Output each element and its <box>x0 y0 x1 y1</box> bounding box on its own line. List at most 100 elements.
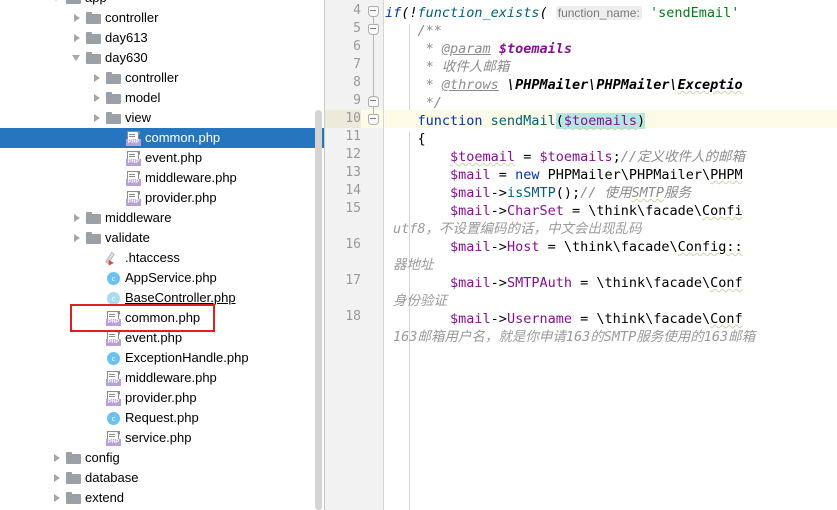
line-number: 10 <box>345 111 361 126</box>
tree-item-event-php[interactable]: PHP event.php <box>0 148 324 168</box>
line-number: 13 <box>345 165 361 180</box>
folder-icon <box>106 91 121 105</box>
no-arrow-spacer <box>112 193 123 204</box>
tree-item-label: common.php <box>125 310 201 325</box>
folder-icon <box>66 0 81 5</box>
line-number: 18 <box>345 309 361 324</box>
tree-item-label: view <box>125 110 152 125</box>
code-folding-strip[interactable] <box>361 0 384 510</box>
tree-item-service-php[interactable]: PHP service.php <box>0 428 324 448</box>
htaccess-icon <box>105 251 121 267</box>
code-line-7[interactable]: * 收件人邮箱 <box>385 58 510 76</box>
php-class-icon: c <box>106 271 121 286</box>
chevron-right-icon[interactable] <box>72 213 83 224</box>
code-line-18[interactable]: $mail->Username = \think\facade\Conf <box>385 310 743 328</box>
wrapped-comment-line: utf8，不设置编码的话，中文会出现乱码 <box>393 221 642 237</box>
wrapped-comment-line: 器地址 <box>393 257 434 273</box>
tree-item-provider-php[interactable]: PHP provider.php <box>0 388 324 408</box>
editor-gutter[interactable]: 4 5 6 7 8 9 10 11 12 13 14 15 16 17 18 <box>325 0 361 510</box>
tree-item-appservice-php[interactable]: c AppService.php <box>0 268 324 288</box>
folder-icon <box>86 51 101 65</box>
tree-item-label: common.php <box>145 130 221 145</box>
tree-item-label: event.php <box>125 330 183 345</box>
tree-item-day613[interactable]: day613 <box>0 28 324 48</box>
tree-item-validate[interactable]: validate <box>0 228 324 248</box>
chevron-right-icon[interactable] <box>72 33 83 44</box>
tree-vertical-scrollbar[interactable] <box>315 110 322 510</box>
fold-toggle-icon[interactable] <box>368 24 379 35</box>
project-tree-panel[interactable]: app controller day613 day630 controller model… <box>0 0 324 510</box>
fold-toggle-icon[interactable] <box>368 114 379 125</box>
line-number: 12 <box>345 147 361 162</box>
code-line-17[interactable]: $mail->SMTPAuth = \think\facade\Conf <box>385 274 743 292</box>
no-arrow-spacer <box>112 173 123 184</box>
chevron-right-icon[interactable] <box>92 73 103 84</box>
code-line-4[interactable]: if(!function_exists( function_name: 'sen… <box>385 4 739 22</box>
chevron-right-icon[interactable] <box>72 233 83 244</box>
tree-item-common-php[interactable]: PHP common.php <box>0 128 324 148</box>
code-line-6[interactable]: * @param $toemails <box>385 40 572 58</box>
tree-item-model[interactable]: model <box>0 88 324 108</box>
tree-item-request-php[interactable]: c Request.php <box>0 408 324 428</box>
tree-item-middleware-php[interactable]: PHP middleware.php <box>0 368 324 388</box>
tree-item-label: config <box>85 450 120 465</box>
chevron-right-icon[interactable] <box>52 493 63 504</box>
no-arrow-spacer <box>92 373 103 384</box>
php-file-icon: PHP <box>106 390 121 406</box>
php-class-icon: c <box>106 291 121 306</box>
tree-item-middleware-php[interactable]: PHP middleware.php <box>0 168 324 188</box>
fold-toggle-icon[interactable] <box>368 6 379 17</box>
chevron-down-icon[interactable] <box>52 0 63 4</box>
folder-icon <box>66 491 81 505</box>
tree-item-database[interactable]: database <box>0 468 324 488</box>
code-line-10[interactable]: function sendMail($toemails) <box>385 112 646 130</box>
chevron-right-icon[interactable] <box>52 473 63 484</box>
tree-item-app[interactable]: app <box>0 0 324 8</box>
code-line-15[interactable]: $mail->CharSet = \think\facade\Confi <box>385 202 743 220</box>
php-file-icon: PHP <box>126 150 141 166</box>
tree-item-controller[interactable]: controller <box>0 68 324 88</box>
chevron-right-icon[interactable] <box>72 13 83 24</box>
code-line-14[interactable]: $mail->isSMTP();// 使用SMTP服务 <box>385 184 691 202</box>
code-line-9[interactable]: */ <box>385 94 442 112</box>
code-line-13[interactable]: $mail = new PHPMailer\PHPMailer\PHPM <box>385 166 743 184</box>
tree-item--htaccess[interactable]: .htaccess <box>0 248 324 268</box>
code-line-16[interactable]: $mail->Host = \think\facade\Config:: <box>385 238 743 256</box>
tree-item-basecontroller-php[interactable]: c BaseController.php <box>0 288 324 308</box>
tree-item-view[interactable]: view <box>0 108 324 128</box>
code-line-5[interactable]: /** <box>385 22 442 40</box>
php-file-icon: PHP <box>106 430 121 446</box>
tree-item-middleware[interactable]: middleware <box>0 208 324 228</box>
folder-icon <box>86 211 101 225</box>
php-file-icon: PHP <box>126 130 141 146</box>
tree-item-day630[interactable]: day630 <box>0 48 324 68</box>
line-number: 14 <box>345 183 361 198</box>
folder-icon <box>66 451 81 465</box>
tree-item-label: AppService.php <box>125 270 217 285</box>
line-number: 17 <box>345 273 361 288</box>
code-line-8[interactable]: * @throws \PHPMailer\PHPMailer\Exceptio <box>385 76 743 94</box>
folder-icon <box>106 71 121 85</box>
tree-item-label: .htaccess <box>125 250 180 265</box>
code-text-area[interactable]: if(!function_exists( function_name: 'sen… <box>385 0 837 510</box>
chevron-down-icon[interactable] <box>72 53 83 64</box>
code-line-12[interactable]: $toemail = $toemails;//定义收件人的邮箱 <box>385 148 745 166</box>
tree-item-event-php[interactable]: PHP event.php <box>0 328 324 348</box>
chevron-right-icon[interactable] <box>92 93 103 104</box>
tree-item-provider-php[interactable]: PHP provider.php <box>0 188 324 208</box>
php-file-icon: PHP <box>126 170 141 186</box>
tree-item-extend[interactable]: extend <box>0 488 324 508</box>
tree-item-label: provider.php <box>145 190 217 205</box>
tree-item-common-php[interactable]: PHP common.php <box>0 308 324 328</box>
chevron-right-icon[interactable] <box>52 453 63 464</box>
line-number: 8 <box>353 75 361 90</box>
line-number: 11 <box>345 129 361 144</box>
code-line-11[interactable]: { <box>385 130 426 148</box>
tree-item-exceptionhandle-php[interactable]: c ExceptionHandle.php <box>0 348 324 368</box>
code-editor-panel[interactable]: 4 5 6 7 8 9 10 11 12 13 14 15 16 17 18 if(!function_ex… <box>324 0 837 510</box>
chevron-right-icon[interactable] <box>92 113 103 124</box>
fold-toggle-icon[interactable] <box>368 96 379 107</box>
tree-item-config[interactable]: config <box>0 448 324 468</box>
tree-item-controller[interactable]: controller <box>0 8 324 28</box>
no-arrow-spacer <box>92 393 103 404</box>
